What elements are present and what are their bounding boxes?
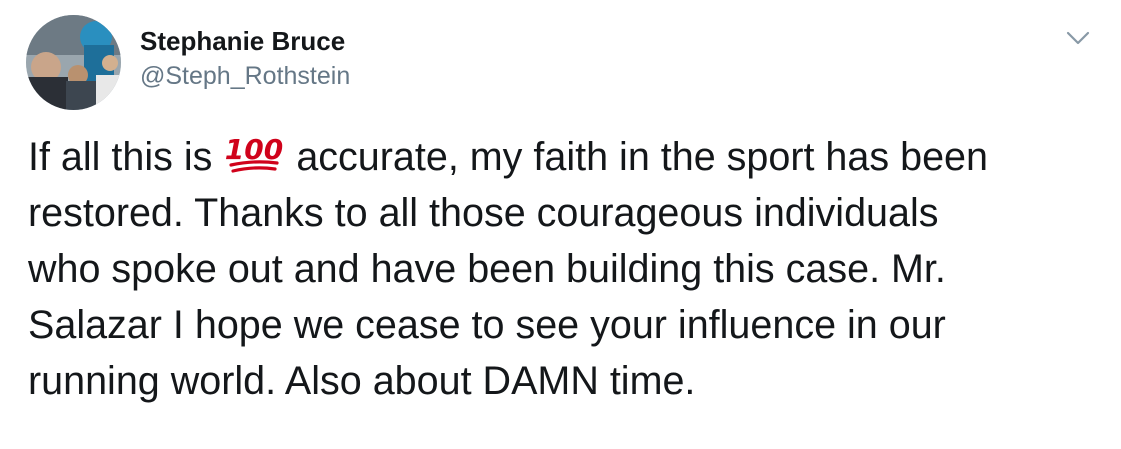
author-handle[interactable]: @Steph_Rothstein (140, 62, 350, 91)
tweet-text-line: restored. Thanks to all those courageous… (28, 191, 939, 235)
tweet-text-line: running world. Also about DAMN time. (28, 359, 696, 403)
chevron-down-icon[interactable] (1064, 28, 1092, 48)
profile-photo (26, 15, 121, 110)
tweet-text-segment: accurate, my faith in the sport has been (285, 135, 988, 179)
avatar[interactable] (26, 15, 121, 110)
tweet-card: Stephanie Bruce @Steph_Rothstein If all … (0, 0, 1121, 449)
tweet-text-line: If all this is 100 accurate, my faith in… (28, 129, 1103, 185)
tweet-text-segment: If all this is (28, 135, 224, 179)
author-display-name[interactable]: Stephanie Bruce (140, 26, 345, 57)
tweet-text-line: Salazar I hope we cease to see your infl… (28, 303, 946, 347)
tweet-text-line: who spoke out and have been building thi… (28, 247, 946, 291)
tweet-text: If all this is 100 accurate, my faith in… (28, 129, 1103, 409)
hundred-points-emoji-icon: 100 (225, 132, 283, 176)
